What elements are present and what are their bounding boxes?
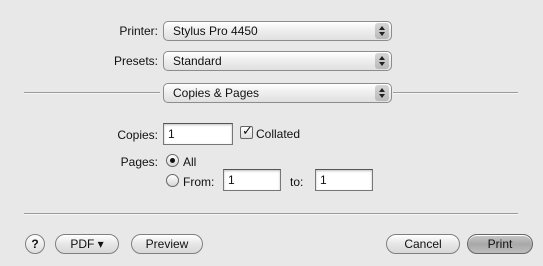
help-button[interactable]: ? bbox=[25, 234, 45, 254]
pages-label: Pages: bbox=[120, 155, 158, 169]
help-icon: ? bbox=[31, 237, 39, 251]
collated-checkbox[interactable]: ✓ bbox=[240, 123, 253, 139]
preview-button-label: Preview bbox=[145, 237, 189, 251]
copies-label: Copies: bbox=[117, 128, 158, 142]
popup-arrows-icon bbox=[375, 53, 389, 69]
pages-from-field[interactable]: 1 bbox=[223, 169, 281, 191]
printer-label: Printer: bbox=[119, 24, 158, 38]
print-button[interactable]: Print bbox=[467, 234, 533, 254]
printer-value: Stylus Pro 4450 bbox=[173, 24, 258, 38]
popup-arrows-icon bbox=[375, 23, 389, 39]
pages-to-label: to: bbox=[290, 175, 304, 189]
panel-popup[interactable]: Copies & Pages bbox=[163, 83, 392, 103]
pages-from-value: 1 bbox=[228, 173, 235, 187]
presets-value: Standard bbox=[173, 54, 222, 68]
copies-value: 1 bbox=[168, 127, 175, 141]
pages-all-radio[interactable] bbox=[166, 154, 179, 167]
copies-field[interactable]: 1 bbox=[163, 123, 233, 145]
printer-popup[interactable]: Stylus Pro 4450 bbox=[163, 21, 392, 41]
checkmark-icon: ✓ bbox=[242, 123, 253, 138]
pdf-menu-button[interactable]: PDF ▾ bbox=[55, 234, 119, 254]
footer-divider bbox=[24, 213, 518, 215]
presets-popup[interactable]: Standard bbox=[163, 51, 392, 71]
preview-button[interactable]: Preview bbox=[131, 234, 203, 254]
cancel-button-label: Cancel bbox=[404, 237, 442, 251]
popup-arrows-icon bbox=[375, 85, 389, 101]
pages-to-value: 1 bbox=[320, 173, 327, 187]
cancel-button[interactable]: Cancel bbox=[386, 234, 460, 254]
pages-all-label: All bbox=[183, 155, 197, 169]
pages-from-label: From: bbox=[183, 175, 215, 189]
panel-value: Copies & Pages bbox=[173, 86, 260, 100]
collated-label: Collated bbox=[256, 127, 301, 141]
pages-from-radio[interactable] bbox=[166, 174, 179, 187]
section-divider-left bbox=[24, 92, 160, 94]
pages-to-field[interactable]: 1 bbox=[315, 169, 373, 191]
section-divider-right bbox=[393, 92, 518, 94]
radio-selected-dot bbox=[170, 158, 175, 163]
print-button-label: Print bbox=[487, 237, 513, 251]
pdf-button-label: PDF ▾ bbox=[70, 237, 104, 251]
presets-label: Presets: bbox=[113, 54, 158, 68]
